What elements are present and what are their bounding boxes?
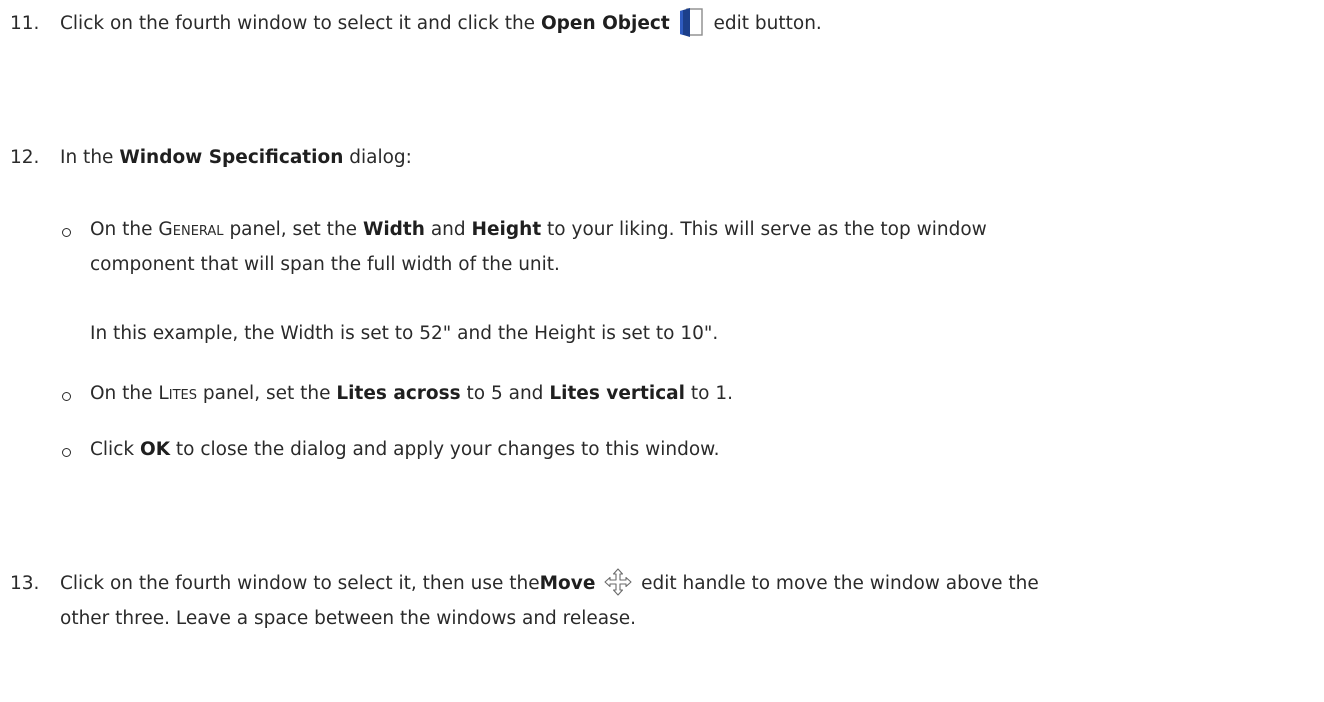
step-number: 13. [10,573,40,594]
step-text-end: edit button. [707,13,822,34]
step-text: edit handle to move the window above the [635,573,1039,594]
bullet-text: to 1. [685,383,733,404]
open-object-label: Open Object [540,13,670,34]
lites-vertical-label: Lites vertical [549,383,685,404]
bullet-lites-panel: On the Lites panel, set the Lites across… [90,379,1304,409]
move-label: Move [539,573,596,594]
bullet-ok: Click OK to close the dialog and apply y… [90,435,1304,465]
step-text-end: dialog: [343,147,412,168]
step-text: Click on the fourth window to select it,… [60,573,540,594]
bullet-text: to your liking. This will serve as the t… [541,219,987,240]
example-note: In this example, the Width is set to 52"… [90,323,719,344]
move-handle-icon [603,567,633,597]
bullet-continuation: component that will span the full width … [90,254,560,275]
bullet-text: panel, set the [196,383,337,404]
ok-label: OK [139,439,171,460]
bullet-text: Click [90,439,140,460]
panel-name: Lites [158,383,197,404]
step-text: In the [60,147,120,168]
open-object-icon [678,7,704,37]
bullet-text: and [424,219,472,240]
bullet-general-panel: On the General panel, set the Width and … [90,215,1304,245]
bullet-text: panel, set the [223,219,363,240]
width-label: Width [362,219,425,240]
bullet-text: On the [90,219,159,240]
dialog-name: Window Specification [119,147,344,168]
step-text: Click on the fourth window to select it … [60,13,541,34]
step-number: 12. [10,147,40,168]
lites-across-label: Lites across [336,383,461,404]
bullet-text: On the [90,383,159,404]
bullet-icon [62,392,71,401]
step-12: 12. In the Window Specification dialog: [10,143,1304,173]
step-continuation: other three. Leave a space between the w… [60,608,637,629]
step-13: 13. Click on the fourth window to select … [10,567,1304,599]
bullet-icon [62,448,71,457]
bullet-icon [62,228,71,237]
step-11: 11. Click on the fourth window to select … [10,7,1304,39]
step-number: 11. [10,13,40,34]
bullet-text: to close the dialog and apply your chang… [170,439,720,460]
height-label: Height [471,219,542,240]
panel-name: General [158,219,224,240]
bullet-text: to 5 and [460,383,550,404]
